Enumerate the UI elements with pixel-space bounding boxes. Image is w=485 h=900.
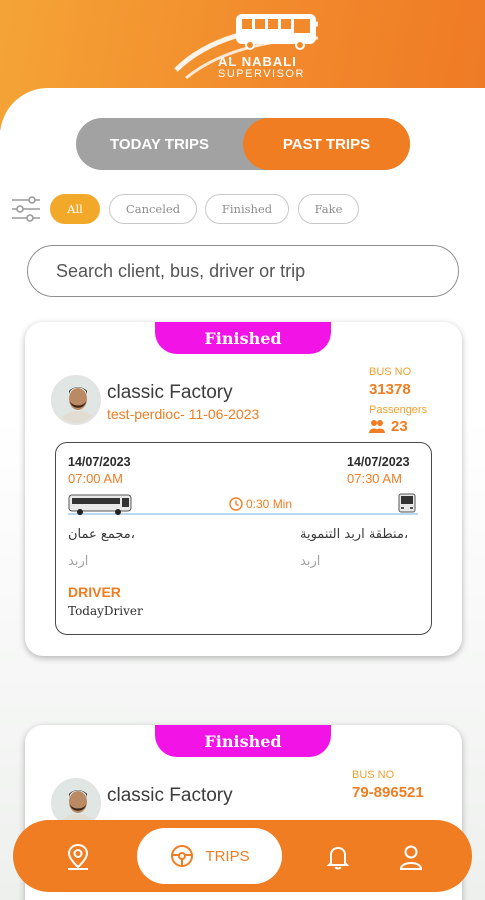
start-date: 14/07/2023: [68, 455, 131, 469]
bus-side-icon: [68, 494, 132, 515]
driver-name: TodayDriver: [68, 604, 143, 618]
bell-icon[interactable]: [323, 842, 353, 872]
filter-chip-canceled[interactable]: Canceled: [109, 194, 197, 224]
bus-no-label: BUS NO: [352, 769, 395, 781]
passengers-icon: [369, 420, 385, 433]
filter-chip-fake[interactable]: Fake: [298, 194, 359, 224]
clock-icon: [229, 497, 243, 511]
end-date: 14/07/2023: [347, 455, 410, 469]
bus-no: 79-896521: [352, 784, 424, 801]
bus-no: 31378: [369, 381, 411, 398]
brand-title: AL NABALI: [218, 54, 297, 69]
map-pin-icon[interactable]: [63, 842, 93, 872]
nav-trips-button[interactable]: TRIPS: [137, 828, 282, 884]
to-place: منطقة اربد التنموية،: [300, 527, 409, 542]
steering-wheel-icon: [171, 845, 194, 867]
brand-subtitle: SUPERVISOR: [218, 68, 305, 80]
nav-trips-label: TRIPS: [205, 847, 250, 865]
trip-duration: 0:30 Min: [246, 497, 293, 511]
status-badge: Finished: [155, 322, 331, 354]
from-place: مجمع عمان،: [68, 527, 135, 542]
from-city: اربد: [68, 554, 89, 569]
tab-past-trips[interactable]: PAST TRIPS: [243, 118, 410, 170]
end-time: 07:30 AM: [347, 471, 402, 486]
trip-card[interactable]: Finished classic Factory test-perdioc- 1…: [25, 322, 462, 656]
bus-no-label: BUS NO: [369, 366, 412, 378]
search-input[interactable]: [27, 245, 459, 297]
profile-icon[interactable]: [396, 842, 426, 872]
trips-tab-switch: TODAY TRIPS PAST TRIPS: [76, 118, 410, 170]
tab-today-trips[interactable]: TODAY TRIPS: [76, 118, 243, 170]
filter-sliders-icon[interactable]: [10, 194, 42, 224]
trip-route-box: 14/07/2023 07:00 AM 14/07/2023 07:30 AM …: [55, 442, 432, 635]
filter-chip-all[interactable]: All: [50, 194, 100, 224]
filter-chip-finished[interactable]: Finished: [205, 194, 289, 224]
driver-label: DRIVER: [68, 584, 121, 600]
client-name: classic Factory: [107, 785, 233, 806]
client-name: classic Factory: [107, 382, 233, 403]
to-city: اربد: [300, 554, 321, 569]
passengers-label: Passengers: [369, 404, 428, 416]
status-badge: Finished: [155, 725, 331, 757]
start-time: 07:00 AM: [68, 471, 123, 486]
passengers-count: 23: [391, 418, 408, 435]
bus-front-icon: [398, 493, 416, 513]
trip-name: test-perdioc- 11-06-2023: [107, 406, 260, 422]
avatar: [51, 375, 101, 425]
bottom-nav: TRIPS: [13, 820, 472, 892]
